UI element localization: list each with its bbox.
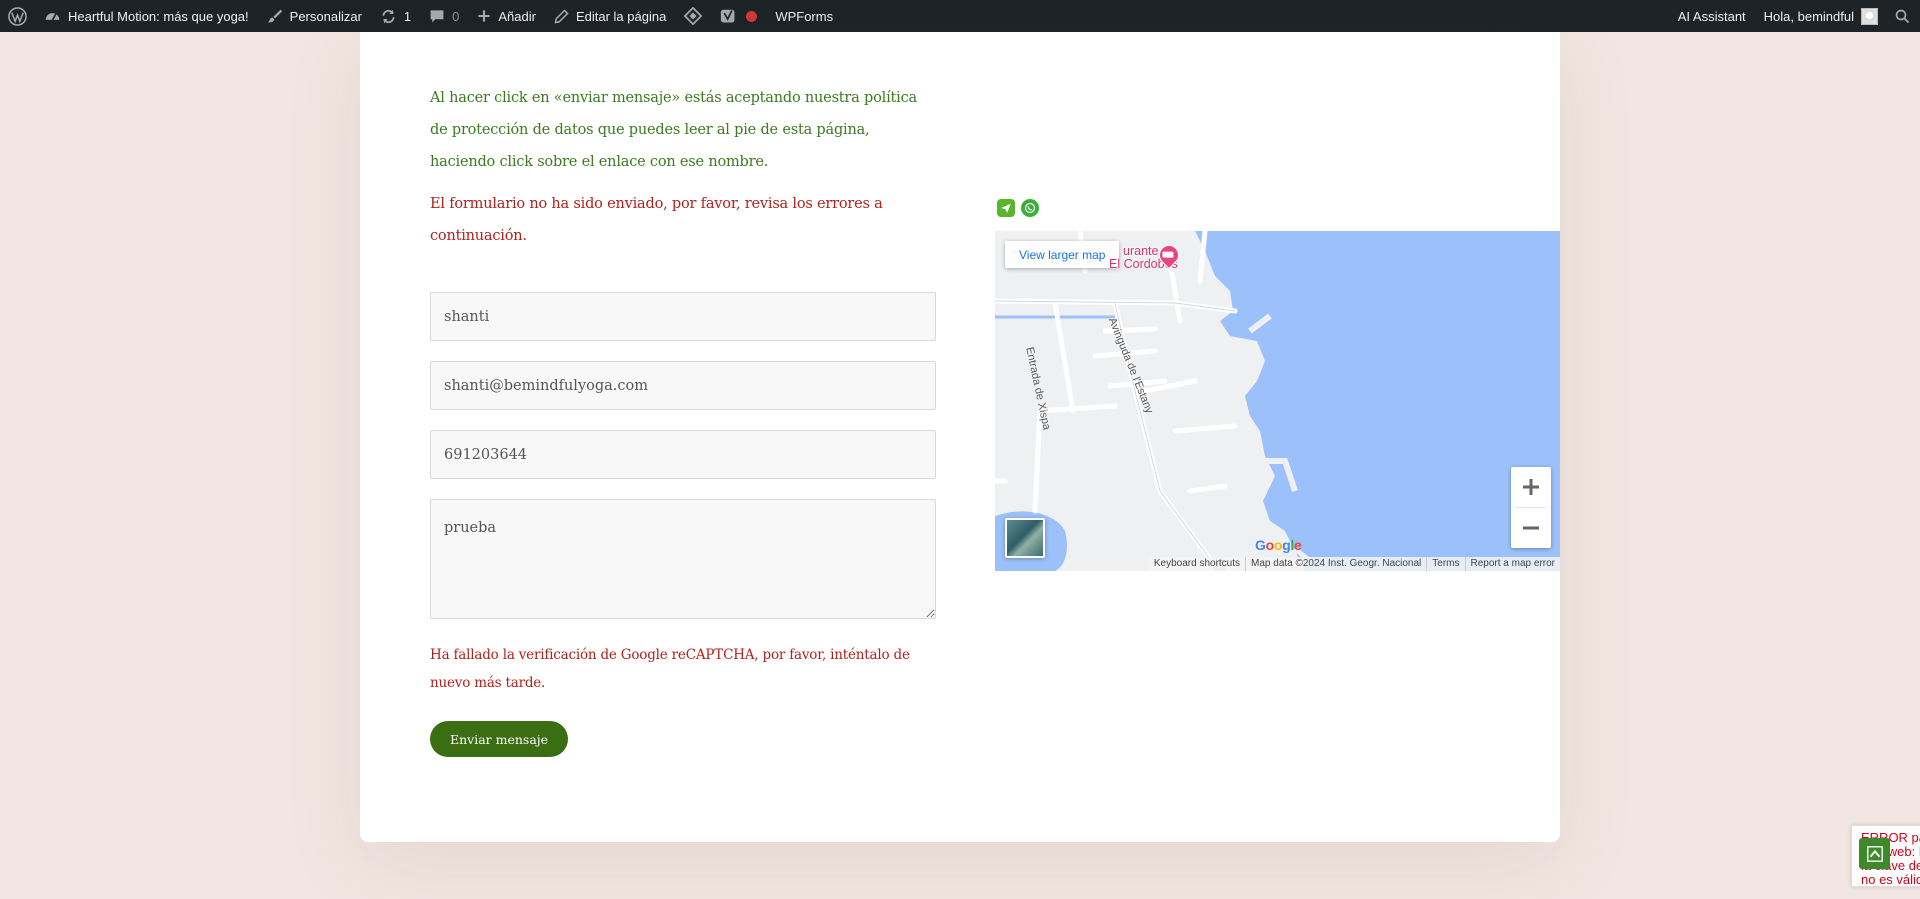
yoast-seo-menu[interactable]	[711, 0, 766, 32]
comment-bubble-icon	[430, 10, 444, 23]
dashboard-gauge-icon	[45, 12, 60, 20]
google-map[interactable]: View larger map urante El Cordobés Entra…	[995, 231, 1560, 571]
wordpress-icon	[8, 6, 27, 26]
email-field[interactable]	[430, 361, 936, 410]
updates-count: 1	[403, 8, 412, 24]
map-tiles	[995, 231, 1560, 571]
zoom-controls	[1511, 467, 1551, 548]
terms-link[interactable]: Terms	[1426, 557, 1464, 571]
wpforms-menu[interactable]: WPForms	[766, 0, 842, 32]
yoast-icon	[721, 9, 735, 22]
email-share-icon[interactable]	[997, 199, 1015, 217]
account-menu[interactable]: Hola, bemindful	[1755, 0, 1887, 32]
ai-assistant-label: AI Assistant	[1677, 8, 1746, 24]
scroll-to-top-button[interactable]	[1859, 838, 1890, 869]
customize-label: Personalizar	[289, 8, 362, 24]
report-map-error-link[interactable]: Report a map error	[1464, 557, 1560, 571]
name-field[interactable]	[430, 292, 936, 341]
admin-search[interactable]	[1887, 0, 1920, 32]
google-letter: o	[1265, 537, 1275, 553]
map-data-credit: Map data ©2024 Inst. Geogr. Nacional	[1245, 557, 1426, 571]
search-icon	[1895, 9, 1910, 23]
ai-assistant-menu[interactable]: AI Assistant	[1669, 0, 1755, 32]
recaptcha-error-message: Ha fallado la verificación de Google reC…	[430, 647, 910, 691]
google-letter: o	[1273, 537, 1283, 553]
chevron-up-icon	[1866, 845, 1883, 862]
updates-menu[interactable]: 1	[371, 0, 420, 32]
admin-bar-right: AI Assistant Hola, bemindful	[1669, 0, 1920, 32]
form-error-message: El formulario no ha sido enviado, por fa…	[430, 196, 883, 244]
customize-menu[interactable]: Personalizar	[258, 0, 371, 32]
message-field[interactable]: prueba	[430, 499, 936, 619]
google-letter: G	[1255, 537, 1266, 553]
diamond-icon	[684, 7, 703, 25]
edit-page-menu[interactable]: Editar la página	[545, 0, 675, 32]
privacy-consent-text: Al hacer click en «enviar mensaje» estás…	[430, 90, 917, 170]
add-new-menu[interactable]: Añadir	[468, 0, 545, 32]
site-name-menu[interactable]: Heartful Motion: más que yoga!	[35, 0, 258, 32]
share-icons	[997, 199, 1039, 217]
content-card: Al hacer click en «enviar mensaje» estás…	[360, 32, 1560, 842]
whatsapp-icon[interactable]	[1021, 199, 1039, 217]
pencil-icon	[554, 8, 569, 23]
diamond-plugin-menu[interactable]	[675, 0, 711, 32]
site-name: Heartful Motion: más que yoga!	[68, 8, 249, 24]
google-letter: e	[1293, 537, 1302, 553]
comments-menu[interactable]: 0	[420, 0, 468, 32]
avatar	[1861, 7, 1878, 25]
admin-bar: Heartful Motion: más que yoga! Personali…	[0, 0, 1920, 32]
edit-page-label: Editar la página	[575, 8, 667, 24]
zoom-out-button[interactable]	[1511, 508, 1551, 548]
admin-bar-left: Heartful Motion: más que yoga! Personali…	[0, 0, 842, 32]
plus-icon	[478, 10, 490, 22]
minus-icon	[1523, 526, 1539, 530]
zoom-in-button[interactable]	[1511, 467, 1551, 507]
view-larger-map-link[interactable]: View larger map	[1005, 241, 1120, 268]
plus-icon	[1523, 479, 1539, 495]
updates-icon	[382, 9, 395, 23]
satellite-layer-toggle[interactable]	[1005, 518, 1045, 558]
paintbrush-icon	[267, 9, 282, 23]
greeting-label: Hola, bemindful	[1763, 8, 1854, 24]
comments-count: 0	[452, 8, 460, 24]
wpforms-label: WPForms	[775, 8, 834, 24]
keyboard-shortcuts-link[interactable]: Keyboard shortcuts	[1149, 557, 1245, 571]
wordpress-logo-menu[interactable]	[0, 0, 35, 32]
add-new-label: Añadir	[498, 8, 536, 24]
phone-field[interactable]	[430, 430, 936, 479]
send-message-button[interactable]: Enviar mensaje	[430, 721, 569, 757]
google-logo: Google	[1255, 537, 1302, 553]
map-attribution-bar: Keyboard shortcuts Map data ©2024 Inst. …	[1148, 557, 1560, 571]
seo-status-dot-icon	[746, 10, 758, 22]
contact-form: Al hacer click en «enviar mensaje» estás…	[430, 82, 936, 757]
